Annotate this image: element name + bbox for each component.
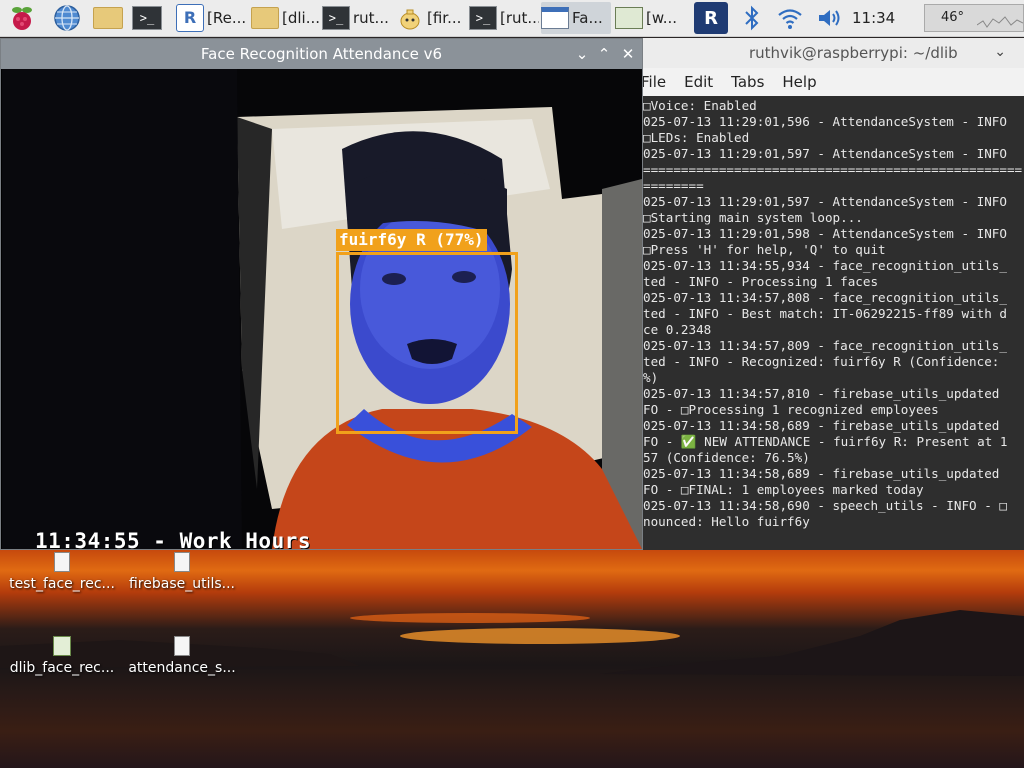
task-terminal-1[interactable]: >_ rut... [322,2,392,34]
desktop-icon-dlib-face-rec[interactable]: dlib_face_rec... [2,636,122,676]
terminal-line: □Starting main system loop... [643,210,863,225]
cpu-temperature-value: 46° [941,10,965,25]
terminal-line: 025-07-13 11:34:58,689 - firebase_utils_… [643,466,1000,481]
cpu-temperature-monitor[interactable]: 46° [924,4,1024,32]
vnc-icon: R [176,4,204,32]
terminal-window[interactable]: ruthvik@raspberrypi: ~/dlib ⌄ File Edit … [643,38,1024,550]
cpu-graph [977,16,1023,28]
terminal-line: FO - ✅ NEW ATTENDANCE - fuirf6y R: Prese… [643,434,1008,449]
task-firebase[interactable]: [fir... [396,2,466,34]
taskbar: >_ R [Re... [dli... >_ rut... [fir... >_… [0,0,1024,37]
folder-icon [251,5,279,31]
terminal-line: ted - INFO - Recognized: fuirf6y R (Conf… [643,354,1000,369]
terminal-line: FO - □FINAL: 1 employees marked today [643,482,924,497]
file-manager-icon[interactable] [92,4,124,32]
text-file-icon [174,636,190,656]
text-file-icon [174,552,190,572]
terminal-icon: >_ [322,5,350,31]
face-recognition-window[interactable]: Face Recognition Attendance v6 ⌄ ⌃ ✕ fui… [0,38,643,550]
terminal-launcher-icon[interactable]: >_ [131,4,163,32]
terminal-line: 025-07-13 11:34:58,689 - firebase_utils_… [643,418,1000,433]
desktop-icon-firebase-utils[interactable]: firebase_utils... [122,552,242,592]
camera-feed: fuirf6y R (77%) 11:34:55 - Work Hours [2,69,642,549]
volume-icon[interactable] [816,4,844,32]
image-icon [615,5,643,31]
terminal-menubar: File Edit Tabs Help [643,68,1024,96]
terminal-line: ted - INFO - Processing 1 faces [643,274,879,289]
face-bounding-box [336,252,518,434]
terminal-line: 025-07-13 11:29:01,597 - AttendanceSyste… [643,146,1007,161]
terminal-icon: >_ [469,5,497,31]
window-icon [541,5,569,31]
terminal-line: 025-07-13 11:34:55,934 - face_recognitio… [643,258,1007,273]
terminal-line: 025-07-13 11:29:01,596 - AttendanceSyste… [643,114,1007,129]
task-wallpaper[interactable]: [w... [615,2,683,34]
bluetooth-icon[interactable] [738,4,766,32]
wifi-icon[interactable] [776,4,804,32]
raspberry-menu-icon[interactable] [8,4,36,32]
terminal-titlebar[interactable]: ruthvik@raspberrypi: ~/dlib ⌄ [643,38,1024,68]
terminal-line: 025-07-13 11:34:58,690 - speech_utils - … [643,498,1007,513]
taskbar-clock[interactable]: 11:34 [852,9,895,27]
face-window-titlebar[interactable]: Face Recognition Attendance v6 ⌄ ⌃ ✕ [1,39,642,69]
task-vnc-viewer[interactable]: R [Re... [176,2,248,34]
terminal-line: ted - INFO - Best match: IT-06292215-ff8… [643,306,1007,321]
terminal-title: ruthvik@raspberrypi: ~/dlib [749,44,958,62]
chevron-down-icon[interactable]: ⌄ [994,44,1006,60]
menu-tabs[interactable]: Tabs [731,73,764,91]
menu-edit[interactable]: Edit [684,73,713,91]
terminal-line: 57 (Confidence: 76.5%) [643,450,810,465]
text-file-icon [54,552,70,572]
menu-file[interactable]: File [643,73,666,91]
menu-help[interactable]: Help [782,73,816,91]
terminal-line: 025-07-13 11:29:01,597 - AttendanceSyste… [643,194,1007,209]
close-button[interactable]: ✕ [619,45,637,63]
terminal-line: 025-07-13 11:34:57,809 - face_recognitio… [643,338,1007,353]
terminal-line: ======== [643,178,704,193]
terminal-line: ========================================… [643,162,1023,177]
terminal-output[interactable]: □Voice: Enabled 025-07-13 11:29:01,596 - … [643,96,1024,550]
face-recognition-label: fuirf6y R (77%) [336,229,487,251]
web-browser-icon[interactable] [53,4,81,32]
terminal-line: ce 0.2348 [643,322,712,337]
minimize-button[interactable]: ⌄ [573,45,591,63]
terminal-line: 025-07-13 11:34:57,808 - face_recognitio… [643,290,1007,305]
desktop-icon-test-face-rec[interactable]: test_face_rec... [2,552,122,592]
image-file-icon [53,636,71,656]
terminal-line: □Press 'H' for help, 'Q' to quit [643,242,886,257]
terminal-line: 025-07-13 11:29:01,598 - AttendanceSyste… [643,226,1007,241]
task-face-recognition[interactable]: Fa... [541,2,611,34]
task-dlib-folder[interactable]: [dli... [251,2,321,34]
terminal-line: □Voice: Enabled [643,98,757,113]
terminal-line: 025-07-13 11:34:57,810 - firebase_utils_… [643,386,1000,401]
task-terminal-2[interactable]: >_ [rut... [469,2,539,34]
maximize-button[interactable]: ⌃ [595,45,613,63]
terminal-line: FO - □Processing 1 recognized employees [643,402,939,417]
terminal-line: %) [643,370,659,385]
terminal-line: nounced: Hello fuirf6y [643,514,810,529]
face-window-title: Face Recognition Attendance v6 [200,45,443,63]
camera-image [2,69,642,549]
teapot-icon [396,5,424,31]
terminal-line: □LEDs: Enabled [643,130,750,145]
camera-time-overlay: 11:34:55 - Work Hours [35,529,312,549]
vnc-server-tray-icon[interactable]: R [694,2,728,34]
desktop-icon-attendance[interactable]: attendance_s... [122,636,242,676]
